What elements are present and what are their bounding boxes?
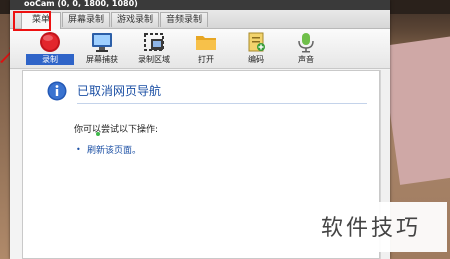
list-bullet: •	[76, 145, 81, 154]
screenshot-button[interactable]: 屏幕捕获	[78, 29, 126, 67]
toolbar: 录制 屏幕捕获 录制区域 打开 编码 声音	[10, 29, 390, 69]
title-bar: ooCam (0, 0, 1800, 1080)	[10, 0, 390, 10]
refresh-page-link[interactable]: 刷新该页面。	[87, 143, 141, 156]
open-button[interactable]: 打开	[182, 29, 230, 67]
watermark: 软件技巧	[317, 202, 447, 252]
region-icon	[144, 33, 164, 51]
screenshot-label: 屏幕捕获	[86, 55, 118, 64]
record-label: 录制	[26, 54, 74, 65]
edit-document-icon	[248, 32, 265, 52]
record-icon	[40, 32, 60, 52]
info-icon	[47, 81, 67, 101]
monitor-icon	[92, 33, 112, 52]
menu-bar: 菜单 屏幕录制 游戏录制 音频录制	[10, 10, 390, 29]
watermark-text: 软件技巧	[321, 216, 422, 241]
tab-menu[interactable]: 菜单	[21, 12, 61, 29]
title-divider	[77, 103, 367, 104]
window-title: ooCam (0, 0, 1800, 1080)	[24, 0, 138, 8]
page-title: 已取消网页导航	[77, 84, 162, 98]
record-region-label: 录制区域	[138, 55, 170, 64]
record-region-button[interactable]: 录制区域	[130, 29, 178, 67]
record-button[interactable]: 录制	[26, 29, 74, 67]
edit-label: 编码	[248, 55, 264, 64]
folder-icon	[196, 36, 216, 50]
tab-screen-record[interactable]: 屏幕录制	[62, 12, 110, 27]
microphone-icon	[298, 33, 314, 53]
tab-audio-record[interactable]: 音频录制	[160, 12, 208, 27]
open-label: 打开	[198, 55, 214, 64]
cursor-marker	[96, 132, 100, 136]
audio-button[interactable]: 声音	[282, 29, 330, 67]
tab-game-record[interactable]: 游戏录制	[111, 12, 159, 27]
suggestion-heading: 你可以尝试以下操作:	[74, 125, 159, 135]
audio-label: 声音	[298, 55, 314, 64]
edit-button[interactable]: 编码	[232, 29, 280, 67]
